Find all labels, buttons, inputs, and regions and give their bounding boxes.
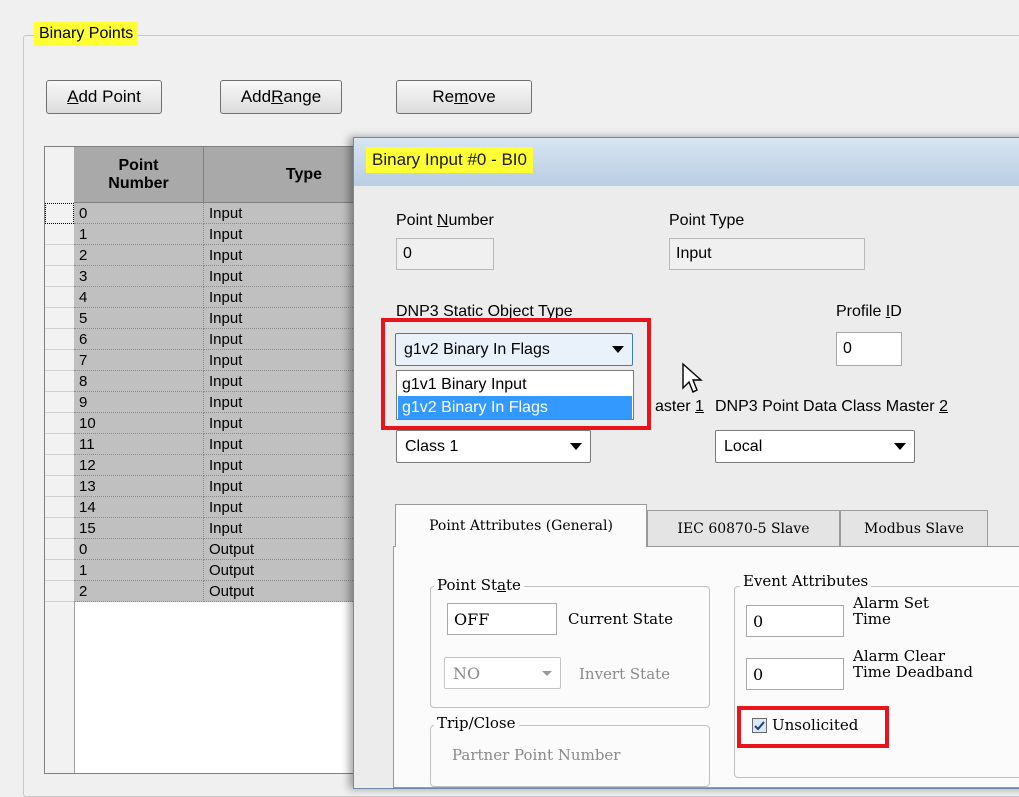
trip-close-legend: Trip/Close [434, 714, 519, 732]
row-header[interactable] [45, 455, 74, 476]
row-header[interactable] [45, 350, 74, 371]
invert-state-select[interactable]: NO [444, 657, 561, 689]
row-header[interactable] [45, 224, 74, 245]
cell-point-number[interactable]: 0 [74, 203, 204, 224]
row-header[interactable] [45, 371, 74, 392]
cell-point-number[interactable]: 10 [74, 413, 204, 434]
mouse-cursor-icon [682, 362, 703, 393]
alarm-clear-deadband-label: Alarm Clear Time Deadband [853, 647, 973, 681]
cell-point-number[interactable]: 5 [74, 308, 204, 329]
row-header[interactable] [45, 560, 74, 581]
row-header[interactable] [45, 413, 74, 434]
binary-points-title: Binary Points [34, 22, 139, 46]
class-master-1-select[interactable]: Class 1 [396, 430, 591, 463]
row-header[interactable] [45, 539, 74, 560]
event-attributes-legend: Event Attributes [740, 572, 872, 590]
invert-state-value: NO [453, 663, 481, 683]
point-type-label: Point Type [669, 212, 745, 229]
tab-iec-60870-5-slave[interactable]: IEC 60870-5 Slave [647, 510, 840, 546]
cell-point-number[interactable]: 12 [74, 455, 204, 476]
tab-modbus-slave[interactable]: Modbus Slave [840, 510, 988, 546]
remove-button[interactable]: Re m ove [396, 80, 532, 114]
point-number-label: Point Number [396, 212, 494, 229]
profile-id-field[interactable]: 0 [836, 332, 902, 366]
cell-point-number[interactable]: 14 [74, 497, 204, 518]
alarm-set-time-label: Alarm Set Time [853, 594, 929, 628]
cell-point-number[interactable]: 2 [74, 581, 204, 602]
row-header[interactable] [45, 476, 74, 497]
class-master-2-label: DNP3 Point Data Class Master 2 [715, 398, 948, 415]
cell-point-number[interactable]: 13 [74, 476, 204, 497]
row-header[interactable] [45, 581, 74, 602]
row-header[interactable] [45, 308, 74, 329]
cell-point-number[interactable]: 0 [74, 539, 204, 560]
class-master-2-select[interactable]: Local [715, 430, 915, 463]
row-header[interactable] [45, 329, 74, 350]
alarm-clear-deadband-field[interactable]: 0 [746, 658, 844, 690]
point-type-field[interactable]: Input [669, 238, 865, 270]
invert-state-label: Invert State [579, 665, 671, 683]
cell-point-number[interactable]: 7 [74, 350, 204, 371]
class-master-2-value: Local [724, 437, 763, 455]
row-header[interactable] [45, 266, 74, 287]
cell-point-number[interactable]: 2 [74, 245, 204, 266]
cell-point-number[interactable]: 1 [74, 224, 204, 245]
cell-point-number[interactable]: 11 [74, 434, 204, 455]
points-table: Point Number Type 0 Input 1 Input 2 Input 3 Inp… [44, 146, 406, 774]
point-number-field[interactable]: 0 [396, 238, 494, 270]
cell-point-number[interactable]: 4 [74, 287, 204, 308]
cell-point-number[interactable]: 15 [74, 518, 204, 539]
row-header[interactable] [45, 287, 74, 308]
partner-point-number-label: Partner Point Number [452, 746, 621, 764]
row-header[interactable] [45, 203, 74, 224]
class-master-1-value: Class 1 [405, 437, 459, 455]
chevron-down-icon [542, 670, 552, 676]
tab-point-attributes-general[interactable]: Point Attributes (General) [395, 504, 647, 547]
current-state-field[interactable]: OFF [447, 603, 557, 635]
cell-point-number[interactable]: 9 [74, 392, 204, 413]
static-object-type-highlight [381, 318, 651, 430]
cell-point-number[interactable]: 8 [74, 371, 204, 392]
alarm-set-time-field[interactable]: 0 [746, 605, 844, 637]
current-state-label: Current State [568, 610, 673, 628]
unsolicited-highlight [737, 706, 889, 748]
add-range-button[interactable]: Add Range [220, 80, 342, 114]
row-header[interactable] [45, 497, 74, 518]
cell-point-number[interactable]: 6 [74, 329, 204, 350]
column-header-point-number[interactable]: Point Number [74, 147, 204, 203]
dialog-title-bar[interactable]: Binary Input #0 - BI0 [354, 138, 1019, 186]
row-header[interactable] [45, 518, 74, 539]
row-header[interactable] [45, 245, 74, 266]
point-state-legend: Point State [434, 576, 524, 594]
add-point-button[interactable]: Add Point [46, 80, 162, 114]
cell-point-number[interactable]: 3 [74, 266, 204, 287]
chevron-down-icon [570, 443, 582, 450]
row-header[interactable] [45, 434, 74, 455]
chevron-down-icon [894, 443, 906, 450]
dialog-title: Binary Input #0 - BI0 [366, 147, 533, 173]
cell-point-number[interactable]: 1 [74, 560, 204, 581]
class-master-1-label: aster 1 [655, 398, 704, 415]
row-header[interactable] [45, 392, 74, 413]
profile-id-label: Profile ID [836, 303, 902, 320]
